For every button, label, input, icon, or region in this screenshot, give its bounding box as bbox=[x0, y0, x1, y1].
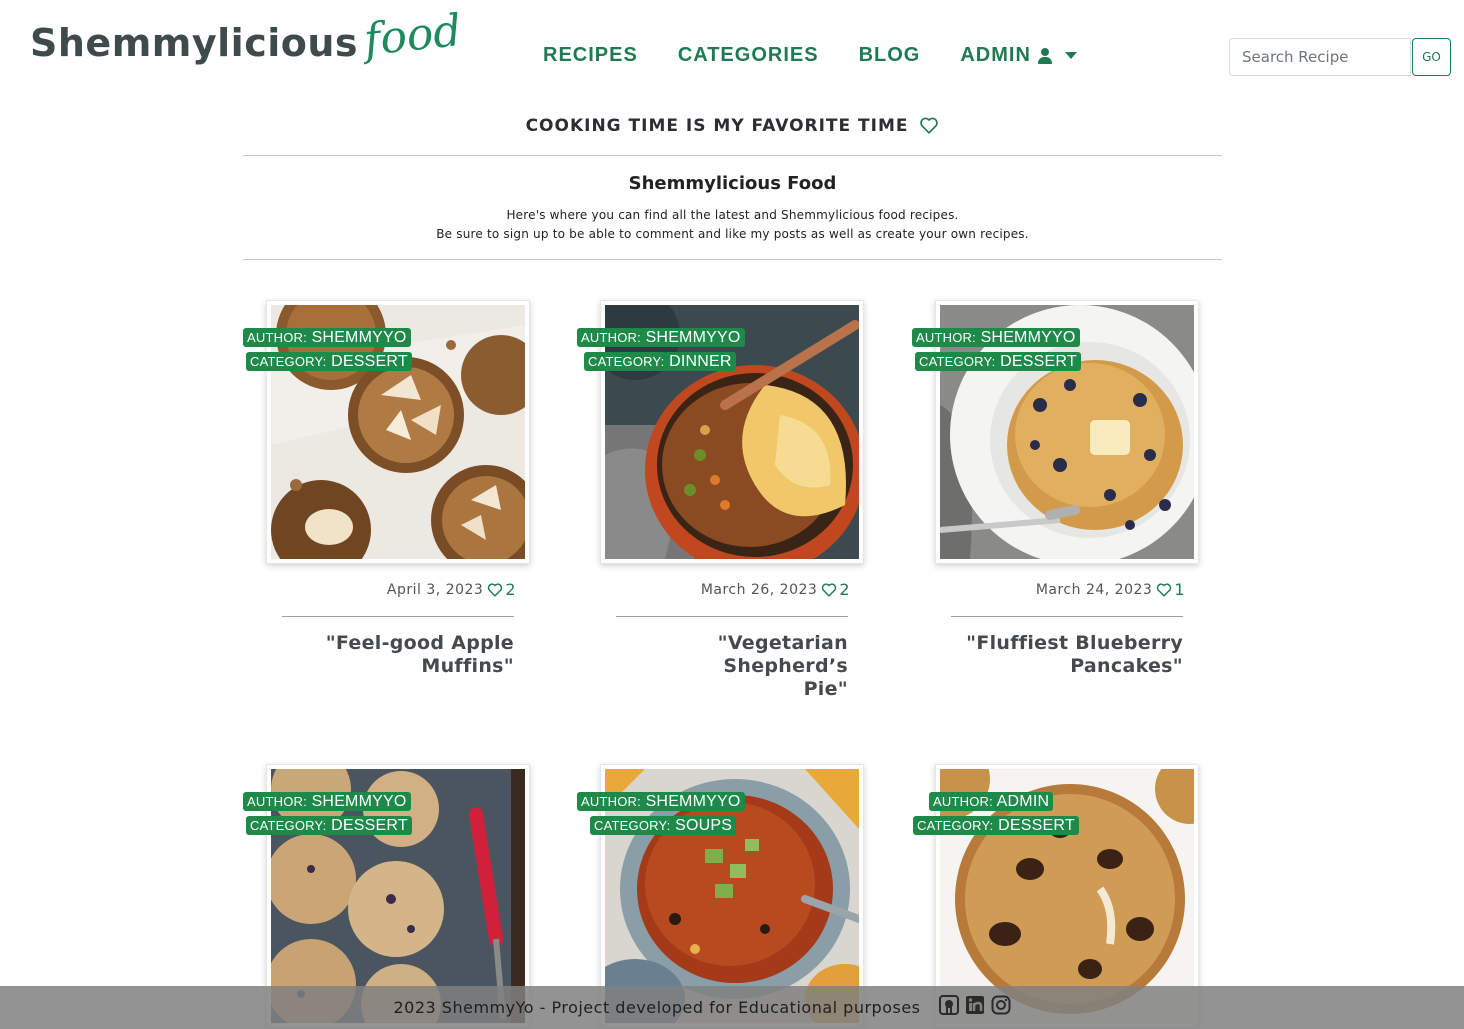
author-badge: AUTHOR: SHEMMYYO bbox=[912, 328, 1080, 347]
recipe-date: March 24, 2023 bbox=[1035, 581, 1153, 598]
category-badge: CATEGORY: DINNER bbox=[584, 352, 736, 371]
category-badge: CATEGORY: DESSERT bbox=[246, 816, 412, 835]
recipe-meta: March 24, 2023 1 bbox=[1036, 580, 1185, 599]
divider bbox=[243, 155, 1222, 156]
category-badge: CATEGORY: DESSERT bbox=[915, 352, 1081, 371]
recipe-meta: March 26, 2023 2 bbox=[701, 580, 850, 599]
heart-icon bbox=[1157, 583, 1172, 597]
author-badge: AUTHOR: SHEMMYYO bbox=[243, 328, 411, 347]
category-badge: CATEGORY: SOUPS bbox=[590, 816, 737, 835]
nav-recipes[interactable]: RECIPES bbox=[543, 44, 638, 67]
logo-script-text: food bbox=[361, 5, 464, 66]
search-go-button[interactable]: GO bbox=[1412, 38, 1451, 76]
recipe-title[interactable]: "Feel-good Apple Muffins" bbox=[282, 632, 514, 678]
logo-main-text: Shemmylicious bbox=[30, 21, 359, 65]
card-divider bbox=[951, 616, 1183, 617]
nav-categories[interactable]: CATEGORIES bbox=[678, 44, 819, 67]
card-divider bbox=[616, 616, 848, 617]
author-badge: AUTHOR: SHEMMYYO bbox=[243, 792, 411, 811]
like-count[interactable]: 2 bbox=[487, 580, 516, 599]
heart-icon bbox=[822, 583, 837, 597]
linkedin-icon[interactable] bbox=[965, 995, 985, 1015]
author-badge: AUTHOR: ADMIN bbox=[929, 792, 1054, 811]
user-icon bbox=[1037, 47, 1053, 65]
intro-section: Shemmylicious Food Here's where you can … bbox=[243, 173, 1222, 244]
instagram-icon[interactable] bbox=[991, 995, 1011, 1015]
main-nav: RECIPES CATEGORIES BLOG ADMIN bbox=[543, 44, 1077, 67]
heart-icon bbox=[488, 583, 503, 597]
like-count[interactable]: 2 bbox=[821, 580, 850, 599]
recipe-title[interactable]: "Fluffiest Blueberry Pancakes" bbox=[951, 632, 1183, 678]
intro-line-2: Be sure to sign up to be able to comment… bbox=[436, 227, 1029, 241]
nav-admin-dropdown[interactable]: ADMIN bbox=[960, 44, 1077, 67]
divider bbox=[243, 259, 1222, 260]
recipe-title[interactable]: "Vegetarian Shepherd’s Pie" bbox=[616, 632, 848, 701]
footer-text: 2023 ShemmyYo - Project developed for Ed… bbox=[393, 998, 921, 1017]
category-badge: CATEGORY: DESSERT bbox=[246, 352, 412, 371]
tagline: COOKING TIME IS MY FAVORITE TIME bbox=[243, 116, 1222, 136]
search-input[interactable] bbox=[1229, 38, 1411, 76]
github-icon[interactable] bbox=[938, 994, 959, 1015]
author-badge: AUTHOR: SHEMMYYO bbox=[577, 328, 745, 347]
card-divider bbox=[282, 616, 514, 617]
recipe-meta: April 3, 2023 2 bbox=[387, 580, 516, 599]
chevron-down-icon bbox=[1064, 52, 1077, 59]
intro-title: Shemmylicious Food bbox=[628, 173, 837, 194]
recipe-date: March 26, 2023 bbox=[700, 581, 818, 598]
like-count[interactable]: 1 bbox=[1156, 580, 1185, 599]
site-logo[interactable]: Shemmylicious food bbox=[30, 5, 464, 76]
search-form: GO bbox=[1229, 38, 1451, 76]
social-links bbox=[938, 994, 1011, 1015]
heart-icon bbox=[920, 117, 939, 134]
site-header: Shemmylicious food RECIPES CATEGORIES BL… bbox=[0, 0, 1464, 105]
site-footer: 2023 ShemmyYo - Project developed for Ed… bbox=[0, 986, 1464, 1029]
nav-blog[interactable]: BLOG bbox=[859, 44, 921, 67]
nav-admin-label: ADMIN bbox=[960, 44, 1031, 66]
recipe-date: April 3, 2023 bbox=[386, 581, 484, 598]
tagline-text: COOKING TIME IS MY FAVORITE TIME bbox=[525, 116, 909, 136]
author-badge: AUTHOR: SHEMMYYO bbox=[577, 792, 745, 811]
category-badge: CATEGORY: DESSERT bbox=[913, 816, 1079, 835]
intro-line-1: Here's where you can find all the latest… bbox=[506, 208, 959, 222]
